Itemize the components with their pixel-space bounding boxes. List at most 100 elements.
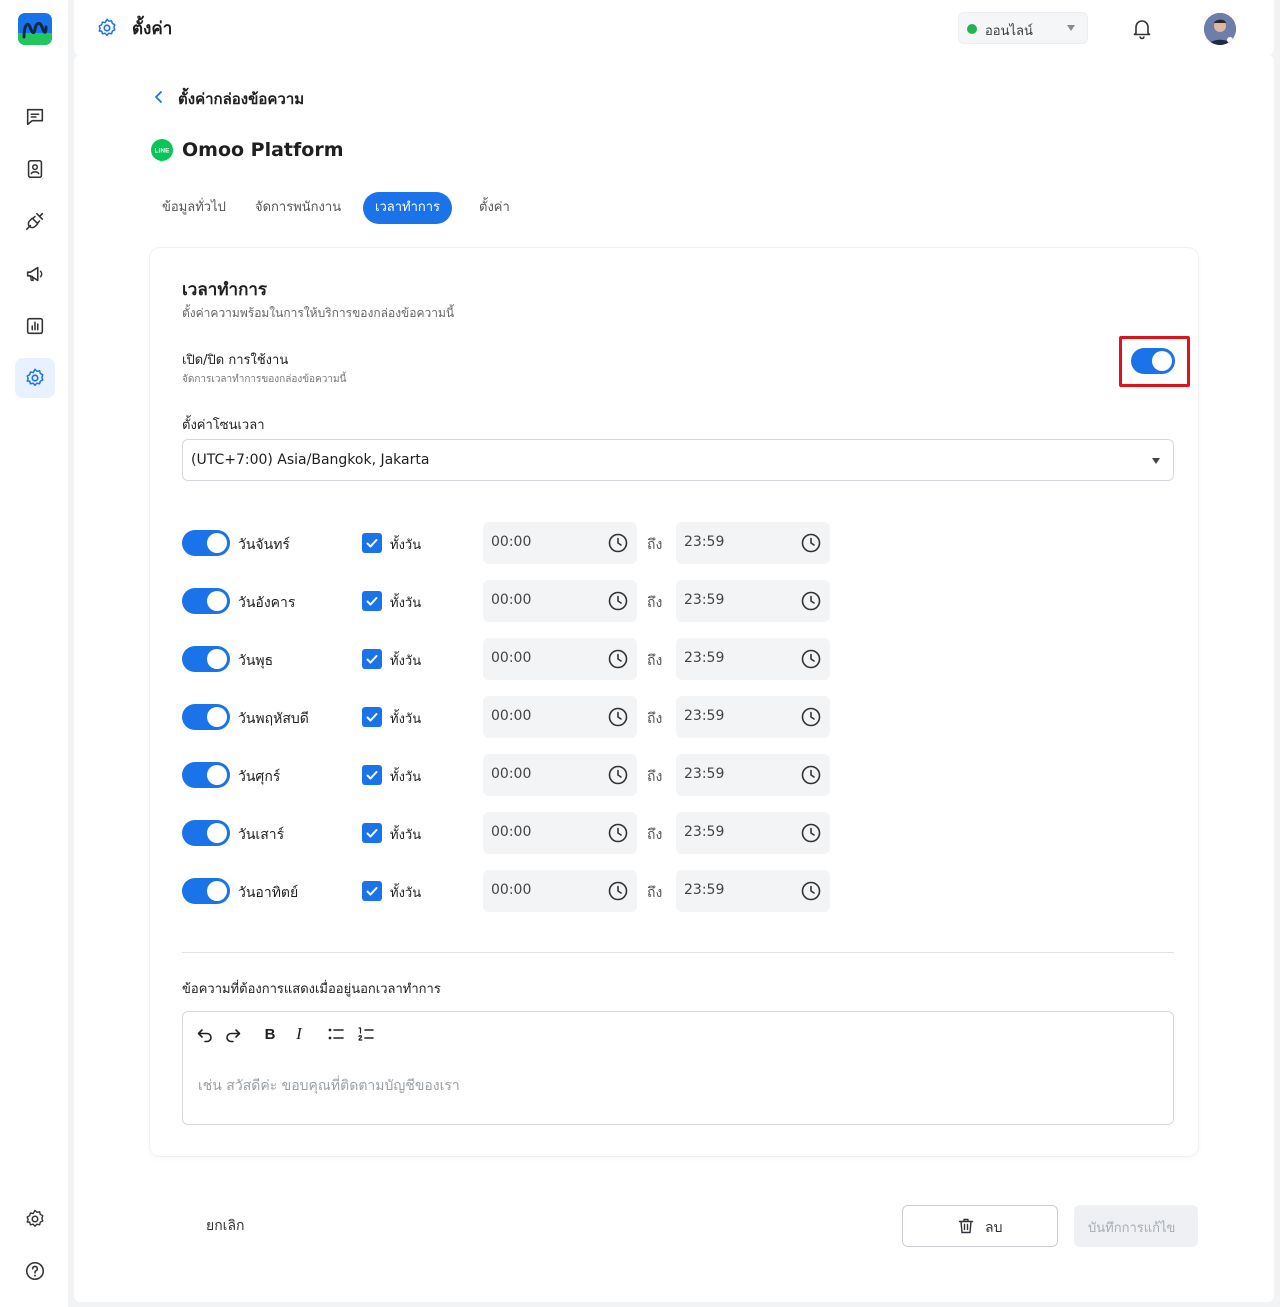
offhours-message-editor[interactable]: B I เช่น สวัสดีค่ะ ขอบคุณที่ติดตามบัญชีข… <box>182 1011 1174 1125</box>
day-row: วันอังคาร ทั้งวัน 00:00 ถึง 23:59 <box>182 580 882 622</box>
tab-general[interactable]: ข้อมูลทั่วไป <box>150 192 238 224</box>
breadcrumb[interactable]: ตั้งค่ากล่องข้อความ <box>178 87 304 111</box>
start-time-input[interactable]: 00:00 <box>483 696 637 738</box>
trash-icon <box>958 1218 974 1234</box>
save-button[interactable]: บันทึกการแก้ไข <box>1074 1205 1198 1247</box>
sidebar-item-chat[interactable] <box>15 97 55 137</box>
sidebar <box>0 0 68 1307</box>
day-toggle[interactable] <box>182 646 230 672</box>
delete-button[interactable]: ลบ <box>902 1205 1058 1247</box>
allday-checkbox[interactable] <box>362 591 382 611</box>
section-subtitle: ตั้งค่าความพร้อมในการให้บริการของกล่องข้… <box>182 306 455 320</box>
day-toggle[interactable] <box>182 762 230 788</box>
timezone-value: (UTC+7:00) Asia/Bangkok, Jakarta <box>191 452 430 468</box>
allday-checkbox[interactable] <box>362 881 382 901</box>
app-logo[interactable] <box>18 13 52 45</box>
allday-checkbox[interactable] <box>362 533 382 553</box>
end-time-input[interactable]: 23:59 <box>676 522 830 564</box>
day-name: วันพุธ <box>238 653 274 669</box>
allday-checkbox[interactable] <box>362 765 382 785</box>
line-badge-text: LINE <box>155 148 170 155</box>
allday-checkbox[interactable] <box>362 707 382 727</box>
timezone-select[interactable]: (UTC+7:00) Asia/Bangkok, Jakarta <box>182 439 1174 481</box>
help-icon <box>25 1261 45 1281</box>
chevron-left-icon[interactable] <box>152 90 166 104</box>
allday-checkbox[interactable] <box>362 649 382 669</box>
day-toggle[interactable] <box>182 878 230 904</box>
day-row: วันเสาร์ ทั้งวัน 00:00 ถึง 23:59 <box>182 812 882 854</box>
main-content: ตั้งค่ากล่องข้อความ LINE Omoo Platform ข… <box>74 55 1274 1302</box>
clock-icon <box>801 533 821 553</box>
user-avatar[interactable] <box>1204 13 1236 45</box>
start-time-input[interactable]: 00:00 <box>483 812 637 854</box>
day-row: วันพุธ ทั้งวัน 00:00 ถึง 23:59 <box>182 638 882 680</box>
bold-button[interactable]: B <box>260 1024 280 1044</box>
start-time-input[interactable]: 00:00 <box>483 580 637 622</box>
end-time-value: 23:59 <box>684 882 725 898</box>
sidebar-item-contacts[interactable] <box>15 149 55 189</box>
day-toggle[interactable] <box>182 530 230 556</box>
end-time-input[interactable]: 23:59 <box>676 812 830 854</box>
to-label: ถึง <box>647 711 663 727</box>
clock-icon <box>801 649 821 669</box>
caret-down-icon <box>1152 458 1160 464</box>
bullet-list-button[interactable] <box>326 1024 346 1044</box>
line-logo-icon: LINE <box>151 139 173 162</box>
allday-label: ทั้งวัน <box>390 828 422 843</box>
day-toggle[interactable] <box>182 704 230 730</box>
day-row: วันอาทิตย์ ทั้งวัน 00:00 ถึง 23:59 <box>182 870 882 912</box>
italic-button[interactable]: I <box>289 1024 309 1044</box>
end-time-value: 23:59 <box>684 650 725 666</box>
caret-down-icon <box>1067 25 1075 31</box>
end-time-input[interactable]: 23:59 <box>676 754 830 796</box>
start-time-input[interactable]: 00:00 <box>483 754 637 796</box>
sidebar-item-integrations[interactable] <box>15 201 55 241</box>
clock-icon <box>608 707 628 727</box>
end-time-input[interactable]: 23:59 <box>676 696 830 738</box>
allday-label: ทั้งวัน <box>390 654 422 669</box>
sidebar-bottom-settings[interactable] <box>15 1199 55 1239</box>
day-row: วันจันทร์ ทั้งวัน 00:00 ถึง 23:59 <box>182 522 882 564</box>
end-time-value: 23:59 <box>684 766 725 782</box>
start-time-input[interactable]: 00:00 <box>483 870 637 912</box>
status-dropdown[interactable]: ออนไลน์ <box>958 12 1088 44</box>
sidebar-item-reports[interactable] <box>15 306 55 346</box>
day-name: วันอาทิตย์ <box>238 885 299 901</box>
tab-settings[interactable]: ตั้งค่า <box>467 192 522 224</box>
redo-button[interactable] <box>223 1024 243 1044</box>
day-name: วันพฤหัสบดี <box>238 711 309 727</box>
allday-label: ทั้งวัน <box>390 712 422 727</box>
undo-icon <box>197 1029 212 1043</box>
sidebar-item-settings[interactable] <box>15 358 55 398</box>
section-title: เวลาทำการ <box>182 280 268 300</box>
clock-icon <box>608 533 628 553</box>
bullet-list-icon <box>328 1028 344 1040</box>
editor-placeholder: เช่น สวัสดีค่ะ ขอบคุณที่ติดตามบัญชีของเร… <box>198 1078 460 1094</box>
numbered-list-button[interactable] <box>356 1024 376 1044</box>
start-time-input[interactable]: 00:00 <box>483 522 637 564</box>
enable-description: จัดการเวลาทำการของกล่องข้อความนี้ <box>182 374 347 385</box>
business-hours-toggle[interactable] <box>1131 348 1175 374</box>
cancel-button[interactable]: ยกเลิก <box>206 1215 245 1237</box>
end-time-input[interactable]: 23:59 <box>676 870 830 912</box>
clock-icon <box>608 881 628 901</box>
clock-icon <box>801 881 821 901</box>
end-time-input[interactable]: 23:59 <box>676 638 830 680</box>
settings-icon <box>26 368 44 386</box>
allday-checkbox[interactable] <box>362 823 382 843</box>
sidebar-item-broadcast[interactable] <box>15 254 55 294</box>
tab-staff[interactable]: จัดการพนักงาน <box>243 192 353 224</box>
sidebar-bottom-help[interactable] <box>15 1251 55 1291</box>
clock-icon <box>608 649 628 669</box>
tab-business-hours[interactable]: เวลาทำการ <box>363 192 453 224</box>
start-time-value: 00:00 <box>491 766 532 782</box>
bell-icon[interactable] <box>1130 16 1154 40</box>
to-label: ถึง <box>647 769 663 785</box>
day-toggle[interactable] <box>182 820 230 846</box>
end-time-input[interactable]: 23:59 <box>676 580 830 622</box>
undo-button[interactable] <box>195 1024 215 1044</box>
start-time-value: 00:00 <box>491 650 532 666</box>
day-toggle[interactable] <box>182 588 230 614</box>
start-time-input[interactable]: 00:00 <box>483 638 637 680</box>
status-label: ออนไลน์ <box>985 24 1033 39</box>
